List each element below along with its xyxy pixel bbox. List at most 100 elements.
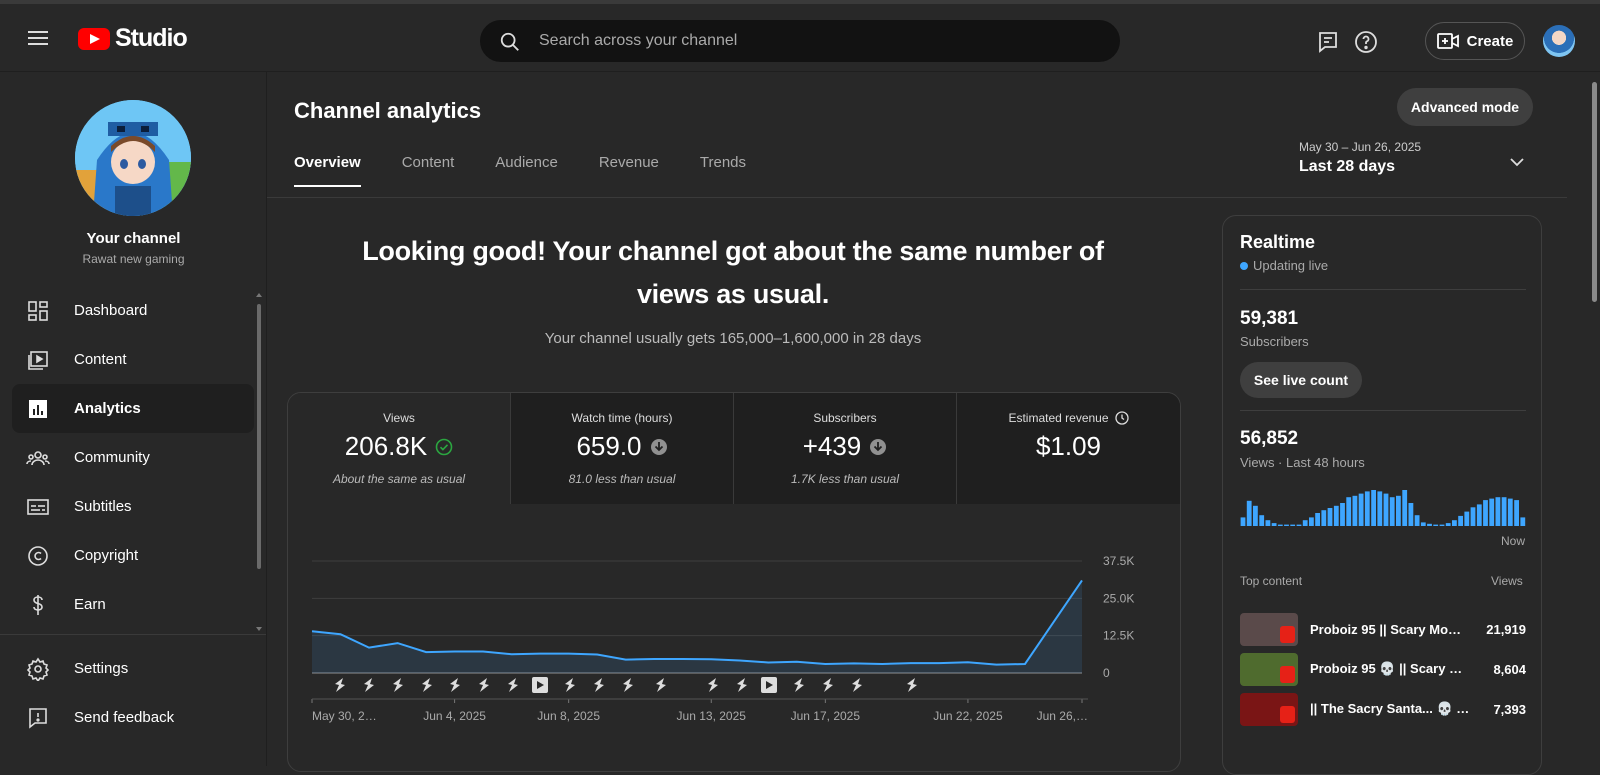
realtime-status-text: Updating live xyxy=(1253,258,1329,273)
gear-icon xyxy=(26,657,50,681)
views-chart[interactable]: 37.5K 25.0K 12.5K 0 May 30, 2… Jun 4, 2025 Jun… xyxy=(288,504,1181,772)
views-series-line xyxy=(311,579,1083,666)
top-content-views: 21,919 xyxy=(1486,621,1526,637)
copyright-icon xyxy=(28,545,48,566)
metric-value-row: 206.8K xyxy=(288,431,510,462)
realtime-bar xyxy=(1315,513,1320,526)
realtime-bar xyxy=(1271,523,1277,526)
realtime-bar xyxy=(1340,503,1345,526)
metric-views[interactable]: Views 206.8K About the same as usual xyxy=(288,393,511,504)
shorts-upload-marker xyxy=(907,678,917,692)
studio-logo[interactable]: Studio xyxy=(78,24,188,53)
metric-value: 659.0 xyxy=(576,431,642,461)
metric-value: 206.8K xyxy=(344,431,428,461)
search-bar[interactable] xyxy=(480,20,1120,62)
menu-icon[interactable] xyxy=(28,31,48,45)
feedback-icon xyxy=(29,707,47,729)
realtime-now-label: Now xyxy=(1501,534,1526,548)
sidebar-item-label: Send feedback xyxy=(74,709,175,726)
realtime-bar xyxy=(1358,493,1364,526)
create-label: Create xyxy=(1466,32,1514,50)
sidebar-scroll-thumb[interactable] xyxy=(257,304,261,569)
top-content-row[interactable]: Proboiz 95 💀 || Scary M… 8,604 xyxy=(1240,649,1526,689)
realtime-title: Realtime xyxy=(1240,232,1316,252)
scroll-up-icon xyxy=(256,293,262,297)
realtime-bar xyxy=(1433,524,1439,526)
sidebar-item-content[interactable]: Content xyxy=(12,335,254,384)
sidebar-divider xyxy=(0,634,266,635)
sidebar-item-community[interactable]: Community xyxy=(12,433,254,482)
metric-watch-time[interactable]: Watch time (hours) 659.0 81.0 less than … xyxy=(511,393,734,504)
analytics-icon xyxy=(29,399,47,418)
realtime-card: Realtime Updating live 59,381 Subscriber… xyxy=(1222,215,1542,775)
tab-audience[interactable]: Audience xyxy=(495,154,558,187)
sidebar-item-analytics[interactable]: Analytics xyxy=(12,384,254,433)
top-content-row[interactable]: || The Sacry Santa... 💀 ||… 7,393 xyxy=(1240,689,1526,729)
chevron-down-icon[interactable] xyxy=(1507,152,1527,172)
search-icon[interactable] xyxy=(499,31,521,53)
feedback-report-icon[interactable] xyxy=(1316,30,1340,54)
shorts-upload-marker xyxy=(364,678,374,692)
video-thumbnail[interactable] xyxy=(1240,652,1298,686)
realtime-bar xyxy=(1420,522,1426,526)
metric-revenue[interactable]: Estimated revenue $1.09 xyxy=(957,393,1180,504)
channel-title: Your channel xyxy=(86,230,181,247)
search-input[interactable] xyxy=(539,21,1099,61)
channel-handle: Rawat new gaming xyxy=(82,252,185,266)
tab-content[interactable]: Content xyxy=(402,154,455,187)
metric-value-row: $1.09 xyxy=(957,431,1180,462)
sidebar-item-settings[interactable]: Settings xyxy=(12,644,254,693)
realtime-bar xyxy=(1501,497,1507,526)
arrow-down-circle-icon xyxy=(650,438,667,455)
realtime-views-chart[interactable] xyxy=(1240,488,1526,526)
sidebar-item-send-feedback[interactable]: Send feedback xyxy=(12,693,254,742)
top-content-row[interactable]: Proboiz 95 || Scary Mom… 21,919 xyxy=(1240,609,1526,649)
tab-revenue[interactable]: Revenue xyxy=(599,154,659,187)
advanced-mode-button[interactable]: Advanced mode xyxy=(1397,88,1533,126)
shorts-upload-marker xyxy=(737,678,747,692)
page-scroll-thumb[interactable] xyxy=(1592,82,1597,302)
sidebar-item-label: Earn xyxy=(74,596,106,613)
metric-subscribers[interactable]: Subscribers +439 1.7K less than usual xyxy=(734,393,957,504)
tab-trends[interactable]: Trends xyxy=(700,154,746,187)
metric-label: Subscribers xyxy=(813,411,877,425)
realtime-bar xyxy=(1445,523,1451,526)
page-scrollbar[interactable] xyxy=(1590,72,1600,766)
top-content-title[interactable]: || The Sacry Santa... 💀 ||… xyxy=(1310,701,1470,717)
metric-label: Estimated revenue xyxy=(1008,411,1109,425)
sidebar-item-earn[interactable]: Earn xyxy=(12,580,254,629)
shorts-upload-marker xyxy=(823,678,833,692)
realtime-bar xyxy=(1377,491,1383,526)
video-thumbnail[interactable] xyxy=(1240,692,1298,726)
sidebar-item-label: Dashboard xyxy=(74,302,148,319)
metric-label: Views xyxy=(383,411,415,425)
top-content-title[interactable]: Proboiz 95 || Scary Mom… xyxy=(1310,622,1470,637)
realtime-bar xyxy=(1253,505,1258,526)
sidebar-item-subtitles[interactable]: Subtitles xyxy=(12,482,254,531)
x-tick-label: Jun 8, 2025 xyxy=(537,709,600,723)
date-period-label[interactable]: Last 28 days xyxy=(1299,158,1395,176)
sidebar-item-dashboard[interactable]: Dashboard xyxy=(12,286,254,335)
sidebar-item-copyright[interactable]: Copyright xyxy=(12,531,254,580)
tab-overview[interactable]: Overview xyxy=(294,154,361,187)
see-live-count-button[interactable]: See live count xyxy=(1240,362,1362,398)
metric-value-row: +439 xyxy=(734,431,956,462)
arrow-down-circle-icon xyxy=(870,438,887,455)
shorts-upload-marker xyxy=(335,678,345,692)
sidebar-scrollbar[interactable] xyxy=(256,292,262,632)
realtime-bar xyxy=(1321,510,1327,526)
y-tick-label: 0 xyxy=(1103,666,1110,680)
realtime-bar xyxy=(1514,500,1519,526)
date-range[interactable]: May 30 – Jun 26, 2025 xyxy=(1299,140,1421,154)
top-content-title[interactable]: Proboiz 95 💀 || Scary M… xyxy=(1310,661,1470,677)
realtime-bar xyxy=(1352,495,1358,526)
subtitles-icon xyxy=(27,498,49,515)
create-button[interactable]: Create xyxy=(1425,22,1525,60)
account-avatar[interactable] xyxy=(1543,25,1575,57)
channel-avatar[interactable] xyxy=(75,100,191,216)
realtime-divider xyxy=(1240,289,1526,290)
help-icon[interactable] xyxy=(1354,30,1378,54)
video-thumbnail[interactable] xyxy=(1240,612,1298,646)
realtime-bar xyxy=(1389,497,1395,526)
metric-label-row: Estimated revenue xyxy=(957,411,1180,425)
